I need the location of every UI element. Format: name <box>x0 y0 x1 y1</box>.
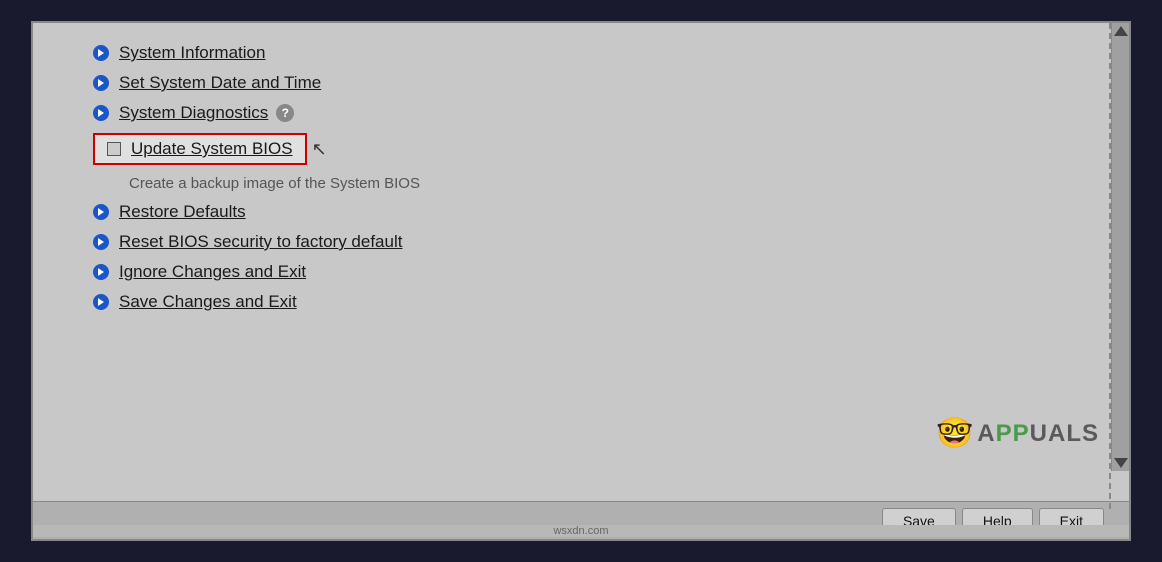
scroll-down-arrow[interactable] <box>1114 458 1128 468</box>
scrollbar[interactable] <box>1111 23 1129 471</box>
checkbox-icon <box>107 142 121 156</box>
sidebar-item-set-system-date-time[interactable]: Set System Date and Time <box>93 73 1089 93</box>
bullet-icon <box>93 264 109 280</box>
menu-label: Restore Defaults <box>119 202 246 222</box>
sidebar-item-system-information[interactable]: System Information <box>93 43 1089 63</box>
watermark: wsxdn.com <box>33 525 1129 537</box>
sidebar-item-reset-bios-security[interactable]: Reset BIOS security to factory default <box>93 232 1089 252</box>
scroll-up-arrow[interactable] <box>1114 26 1128 36</box>
sidebar-item-ignore-changes-exit[interactable]: Ignore Changes and Exit <box>93 262 1089 282</box>
menu-label: System Diagnostics <box>119 103 268 123</box>
menu-label: System Information <box>119 43 265 63</box>
help-icon[interactable]: ? <box>276 104 294 122</box>
main-content: System Information Set System Date and T… <box>33 23 1129 501</box>
menu-label: Save Changes and Exit <box>119 292 297 312</box>
sidebar-item-restore-defaults[interactable]: Restore Defaults <box>93 202 1089 222</box>
bios-screen: System Information Set System Date and T… <box>31 21 1131 541</box>
sidebar-item-save-changes-exit[interactable]: Save Changes and Exit <box>93 292 1089 312</box>
menu-label: Update System BIOS <box>131 139 293 159</box>
bullet-icon <box>93 75 109 91</box>
sidebar-item-update-system-bios[interactable]: Update System BIOS ↖ <box>93 133 1089 165</box>
bullet-icon <box>93 234 109 250</box>
bullet-icon <box>93 294 109 310</box>
cursor-icon: ↖ <box>312 139 327 160</box>
sidebar-item-system-diagnostics[interactable]: System Diagnostics ? <box>93 103 1089 123</box>
menu-label: Reset BIOS security to factory default <box>119 232 402 252</box>
appuals-watermark: 🤓 APPUALS <box>936 416 1099 451</box>
selected-box: Update System BIOS <box>93 133 307 165</box>
bullet-icon <box>93 105 109 121</box>
menu-label: Ignore Changes and Exit <box>119 262 306 282</box>
bullet-icon <box>93 45 109 61</box>
bullet-icon <box>93 204 109 220</box>
menu-label: Set System Date and Time <box>119 73 321 93</box>
logo-character: 🤓 <box>936 416 973 451</box>
appuals-logo-text: APPUALS <box>977 420 1099 448</box>
backup-subtext: Create a backup image of the System BIOS <box>129 175 1089 192</box>
